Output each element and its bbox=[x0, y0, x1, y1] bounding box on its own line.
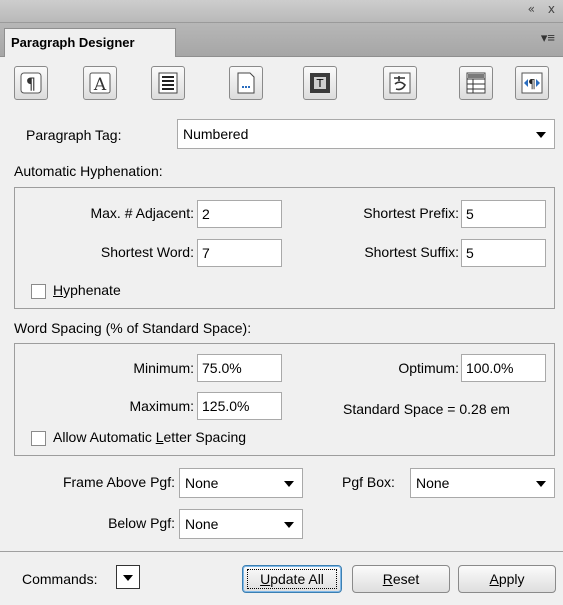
panel-title-bar: « x bbox=[0, 0, 563, 23]
paragraph-tag-value: Numbered bbox=[183, 126, 249, 142]
frame-above-value: None bbox=[185, 475, 219, 491]
chevron-down-icon bbox=[284, 522, 294, 528]
panel-menu-icon[interactable]: ▾≡ bbox=[541, 30, 555, 46]
direction-icon[interactable]: ¶ bbox=[515, 66, 549, 100]
optimum-label: Optimum: bbox=[398, 360, 459, 376]
letter-spacing-checkbox[interactable] bbox=[31, 431, 46, 446]
pgf-box-label: Pgf Box: bbox=[342, 474, 395, 490]
below-pgf-value: None bbox=[185, 516, 219, 532]
basic-properties-icon[interactable]: ¶ bbox=[14, 66, 48, 100]
maximum-label: Maximum: bbox=[129, 398, 194, 414]
shortest-prefix-input[interactable] bbox=[461, 200, 546, 228]
apply-button[interactable]: Apply bbox=[458, 565, 556, 593]
max-adjacent-label: Max. # Adjacent: bbox=[90, 205, 194, 221]
hyphenate-checkbox[interactable] bbox=[31, 284, 46, 299]
hyphenation-title: Automatic Hyphenation: bbox=[14, 163, 163, 179]
maximum-input[interactable] bbox=[197, 392, 282, 420]
svg-text:T: T bbox=[316, 77, 324, 90]
shortest-suffix-label: Shortest Suffix: bbox=[364, 244, 459, 260]
minimum-label: Minimum: bbox=[133, 360, 194, 376]
pagination-icon[interactable] bbox=[151, 66, 185, 100]
commands-label: Commands: bbox=[22, 571, 98, 587]
tab-strip: Paragraph Designer ▾≡ bbox=[0, 23, 563, 57]
reset-button[interactable]: Reset bbox=[352, 565, 450, 593]
table-cell-icon[interactable] bbox=[459, 66, 493, 100]
pgf-box-dropdown[interactable]: None bbox=[410, 468, 555, 498]
update-all-button[interactable]: Update All bbox=[242, 565, 342, 593]
chevron-down-icon bbox=[284, 481, 294, 487]
max-adjacent-input[interactable] bbox=[197, 200, 282, 228]
below-pgf-label: Below Pgf: bbox=[108, 515, 175, 531]
frame-above-label: Frame Above Pgf: bbox=[62, 474, 175, 490]
paragraph-tag-label: Paragraph Tag: bbox=[26, 127, 122, 143]
letter-spacing-label: Allow Automatic Letter Spacing bbox=[53, 429, 247, 445]
shortest-word-label: Shortest Word: bbox=[100, 244, 194, 260]
svg-text:¶: ¶ bbox=[528, 77, 536, 91]
collapse-panel-icon[interactable]: « bbox=[528, 2, 535, 16]
numbering-icon[interactable] bbox=[229, 66, 263, 100]
chevron-down-icon bbox=[123, 575, 133, 581]
advanced-icon[interactable]: T bbox=[303, 66, 337, 100]
hyphenate-label: Hyphenate bbox=[53, 282, 121, 298]
tab-paragraph-designer[interactable]: Paragraph Designer bbox=[4, 28, 176, 57]
default-font-icon[interactable]: A bbox=[83, 66, 117, 100]
minimum-input[interactable] bbox=[197, 354, 282, 382]
footer-divider bbox=[0, 551, 563, 552]
shortest-suffix-input[interactable] bbox=[461, 239, 546, 267]
paragraph-tag-dropdown[interactable]: Numbered bbox=[177, 119, 555, 149]
pgf-box-value: None bbox=[416, 475, 450, 491]
shortest-prefix-label: Shortest Prefix: bbox=[363, 205, 459, 221]
close-panel-icon[interactable]: x bbox=[548, 2, 555, 16]
asian-icon[interactable] bbox=[383, 66, 417, 100]
svg-text:A: A bbox=[93, 75, 107, 94]
svg-text:¶: ¶ bbox=[26, 74, 36, 93]
word-spacing-title: Word Spacing (% of Standard Space): bbox=[14, 320, 252, 336]
chevron-down-icon bbox=[536, 481, 546, 487]
optimum-input[interactable] bbox=[461, 354, 546, 382]
chevron-down-icon bbox=[536, 132, 546, 138]
commands-dropdown[interactable] bbox=[116, 565, 140, 589]
shortest-word-input[interactable] bbox=[197, 239, 282, 267]
tab-title: Paragraph Designer bbox=[11, 35, 135, 50]
standard-space-text: Standard Space = 0.28 em bbox=[343, 401, 510, 417]
frame-above-dropdown[interactable]: None bbox=[179, 468, 303, 498]
below-pgf-dropdown[interactable]: None bbox=[179, 509, 303, 539]
